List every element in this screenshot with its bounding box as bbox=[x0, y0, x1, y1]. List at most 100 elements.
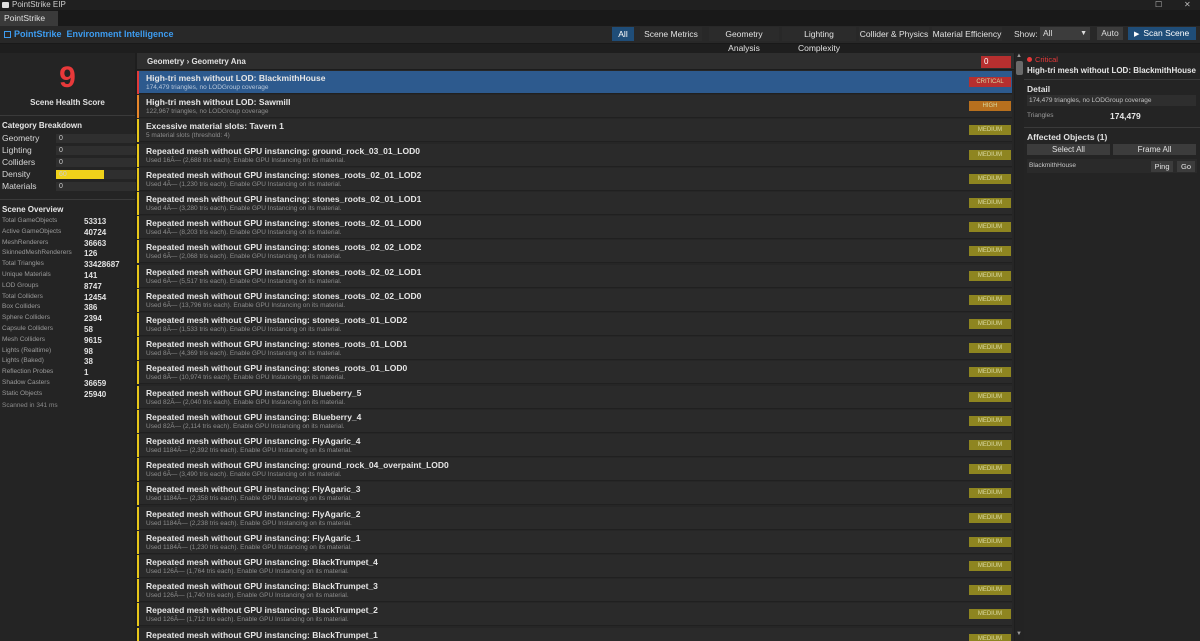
category-value: 60 bbox=[59, 171, 67, 178]
overview-value: 2394 bbox=[84, 314, 102, 324]
detail-text: 174,479 triangles, no LODGroup coverage bbox=[1027, 95, 1196, 106]
show-select[interactable]: All ▼ bbox=[1040, 27, 1090, 40]
issue-row[interactable]: Repeated mesh without GPU instancing: st… bbox=[137, 337, 1012, 361]
play-icon: ▶ bbox=[1134, 31, 1140, 38]
overview-label: LOD Groups bbox=[2, 281, 39, 289]
issue-row[interactable]: Repeated mesh without GPU instancing: st… bbox=[137, 313, 1012, 336]
severity-stripe bbox=[137, 361, 139, 385]
issue-subtitle: Used 4Ã— (3,280 tris each). Enable GPU I… bbox=[146, 205, 342, 212]
overview-row: Active GameObjects 40724 bbox=[2, 228, 132, 238]
issue-row[interactable]: Repeated mesh without GPU instancing: gr… bbox=[137, 143, 1012, 167]
severity-badge: MEDIUM bbox=[969, 125, 1011, 136]
issue-list-panel: Geometry › Geometry Ana 0 High-tri mesh … bbox=[137, 53, 1014, 641]
issue-row[interactable]: Repeated mesh without GPU instancing: Bl… bbox=[137, 555, 1012, 578]
issue-subtitle: Used 16Ã— (2,688 tris each). Enable GPU … bbox=[146, 156, 346, 164]
issue-row[interactable]: High-tri mesh without LOD: Sawmill 122,96… bbox=[137, 95, 1012, 119]
severity-stripe bbox=[137, 385, 139, 409]
severity-badge: MEDIUM bbox=[969, 222, 1011, 233]
issue-row[interactable]: Repeated mesh without GPU instancing: Fl… bbox=[137, 506, 1012, 530]
issue-subtitle: Used 82Ã— (2,040 tris each). Enable GPU … bbox=[146, 398, 346, 406]
severity-badge: MEDIUM bbox=[969, 585, 1011, 596]
issue-row[interactable]: Repeated mesh without GPU instancing: st… bbox=[137, 192, 1012, 215]
scroll-up-icon[interactable]: ▲ bbox=[1016, 53, 1022, 59]
nav-lighting-complexity[interactable]: Lighting Complexity bbox=[782, 27, 856, 53]
severity-stripe bbox=[137, 119, 139, 143]
issue-title: Repeated mesh without GPU instancing: st… bbox=[146, 363, 408, 374]
issue-subtitle: Used 1184Ã— (2,392 tris each). Enable GP… bbox=[146, 447, 352, 454]
issue-list-scrollbar[interactable]: ▲ ▼ bbox=[1015, 53, 1024, 641]
show-label: Show: bbox=[1014, 29, 1038, 39]
ping-button[interactable]: Ping bbox=[1151, 161, 1173, 172]
maximize-icon[interactable]: ☐ bbox=[1155, 0, 1162, 10]
severity-stripe bbox=[137, 458, 139, 482]
issue-subtitle: Used 8Ã— (1,533 tris each). Enable GPU I… bbox=[146, 326, 342, 333]
nav-collider-physics[interactable]: Collider & Physics bbox=[859, 27, 929, 41]
nav-all[interactable]: All bbox=[612, 27, 634, 41]
frame-all-button[interactable]: Frame All bbox=[1113, 144, 1196, 155]
issue-title: Repeated mesh without GPU instancing: Fl… bbox=[146, 484, 361, 495]
issue-row[interactable]: Repeated mesh without GPU instancing: Bl… bbox=[137, 409, 1012, 433]
issue-row[interactable]: Excessive material slots: Tavern 15 mate… bbox=[137, 119, 1012, 143]
issue-row[interactable]: Repeated mesh without GPU instancing: Bl… bbox=[137, 579, 1012, 603]
tab-strip: PointStrike EIP bbox=[0, 10, 1200, 38]
scrollbar-thumb[interactable] bbox=[1016, 61, 1023, 75]
health-score-label: Scene Health Score bbox=[30, 98, 105, 107]
select-all-button[interactable]: Select All bbox=[1027, 144, 1110, 155]
severity-stripe bbox=[137, 337, 139, 361]
overview-value: 126 bbox=[84, 249, 98, 259]
category-value: 0 bbox=[59, 159, 63, 166]
scan-scene-button[interactable]: ▶ Scan Scene bbox=[1128, 27, 1196, 40]
issue-title: Repeated mesh without GPU instancing: st… bbox=[146, 242, 422, 253]
issue-row[interactable]: Repeated mesh without GPU instancing: Fl… bbox=[137, 530, 1012, 554]
issue-row[interactable]: Repeated mesh without GPU instancing: st… bbox=[137, 216, 1012, 240]
overview-label: Capsule Colliders bbox=[2, 325, 53, 332]
issue-row[interactable]: Repeated mesh without GPU instancing: st… bbox=[137, 240, 1012, 264]
issue-title: Repeated mesh without GPU instancing: Bl… bbox=[146, 411, 362, 422]
issue-row[interactable]: Repeated mesh without GPU instancing: Bl… bbox=[137, 627, 1012, 641]
severity-badge: MEDIUM bbox=[969, 173, 1011, 184]
brand: PointStrike Environment Intelligence bbox=[4, 29, 174, 39]
overview-value: 25940 bbox=[84, 389, 107, 399]
overview-label: Sphere Colliders bbox=[2, 314, 51, 322]
issue-row[interactable]: Repeated mesh without GPU instancing: st… bbox=[137, 361, 1012, 385]
overview-value: 38 bbox=[84, 357, 93, 367]
detail-header: Detail bbox=[1027, 84, 1051, 94]
severity-badge: MEDIUM bbox=[969, 561, 1011, 571]
issue-title: Repeated mesh without GPU instancing: Fl… bbox=[146, 508, 361, 519]
overview-row: Sphere Colliders 2394 bbox=[2, 314, 132, 324]
issue-row[interactable]: Repeated mesh without GPU instancing: Bl… bbox=[137, 385, 1012, 409]
issue-row[interactable]: Repeated mesh without GPU instancing: Fl… bbox=[137, 482, 1012, 506]
severity-badge: MEDIUM bbox=[969, 633, 1011, 641]
issue-row[interactable]: Repeated mesh without GPU instancing: st… bbox=[137, 264, 1012, 288]
severity-label: Critical bbox=[1027, 55, 1058, 64]
issue-row[interactable]: Repeated mesh without GPU instancing: Bl… bbox=[137, 603, 1012, 627]
overview-value: 40724 bbox=[84, 227, 107, 237]
nav-scene-metrics[interactable]: Scene Metrics bbox=[640, 27, 702, 41]
issue-row[interactable]: Repeated mesh without GPU instancing: Fl… bbox=[137, 434, 1012, 457]
nav-material-efficiency[interactable]: Material Efficiency bbox=[932, 27, 1002, 41]
category-bar: 0 bbox=[56, 158, 136, 167]
go-button[interactable]: Go bbox=[1177, 161, 1195, 172]
issue-row[interactable]: Repeated mesh without GPU instancing: st… bbox=[137, 288, 1012, 312]
severity-stripe bbox=[137, 71, 139, 94]
overview-row: Mesh Colliders 9615 bbox=[2, 336, 132, 346]
issue-row[interactable]: Repeated mesh without GPU instancing: st… bbox=[137, 167, 1012, 191]
severity-badge: MEDIUM bbox=[969, 270, 1011, 281]
issue-subtitle: Used 126Ã— (1,712 tris each). Enable GPU… bbox=[146, 616, 349, 624]
close-icon[interactable]: ✕ bbox=[1184, 0, 1191, 10]
issue-subtitle: 122,967 triangles, no LODGroup coverage bbox=[146, 108, 269, 116]
show-select-value: All bbox=[1043, 28, 1053, 38]
overview-label: Box Colliders bbox=[2, 303, 41, 311]
nav-geometry-analysis[interactable]: Geometry Analysis bbox=[709, 27, 779, 53]
issue-row[interactable]: High-tri mesh without LOD: BlackmithHous… bbox=[137, 71, 1012, 94]
scroll-down-icon[interactable]: ▼ bbox=[1016, 631, 1022, 637]
severity-stripe bbox=[137, 264, 139, 288]
overview-row: Total Triangles 33428687 bbox=[2, 260, 132, 270]
overview-value: 9615 bbox=[84, 335, 102, 345]
issue-row[interactable]: Repeated mesh without GPU instancing: gr… bbox=[137, 458, 1012, 482]
affected-object-row[interactable]: BlackmithHouse Ping Go bbox=[1027, 159, 1197, 173]
issue-subtitle: Used 4Ã— (8,203 tris each). Enable GPU I… bbox=[146, 229, 342, 237]
auto-button[interactable]: Auto bbox=[1097, 27, 1123, 40]
tab-pointstrike[interactable]: PointStrike EIP bbox=[0, 11, 58, 38]
category-colliders: Colliders 0 bbox=[2, 157, 136, 168]
